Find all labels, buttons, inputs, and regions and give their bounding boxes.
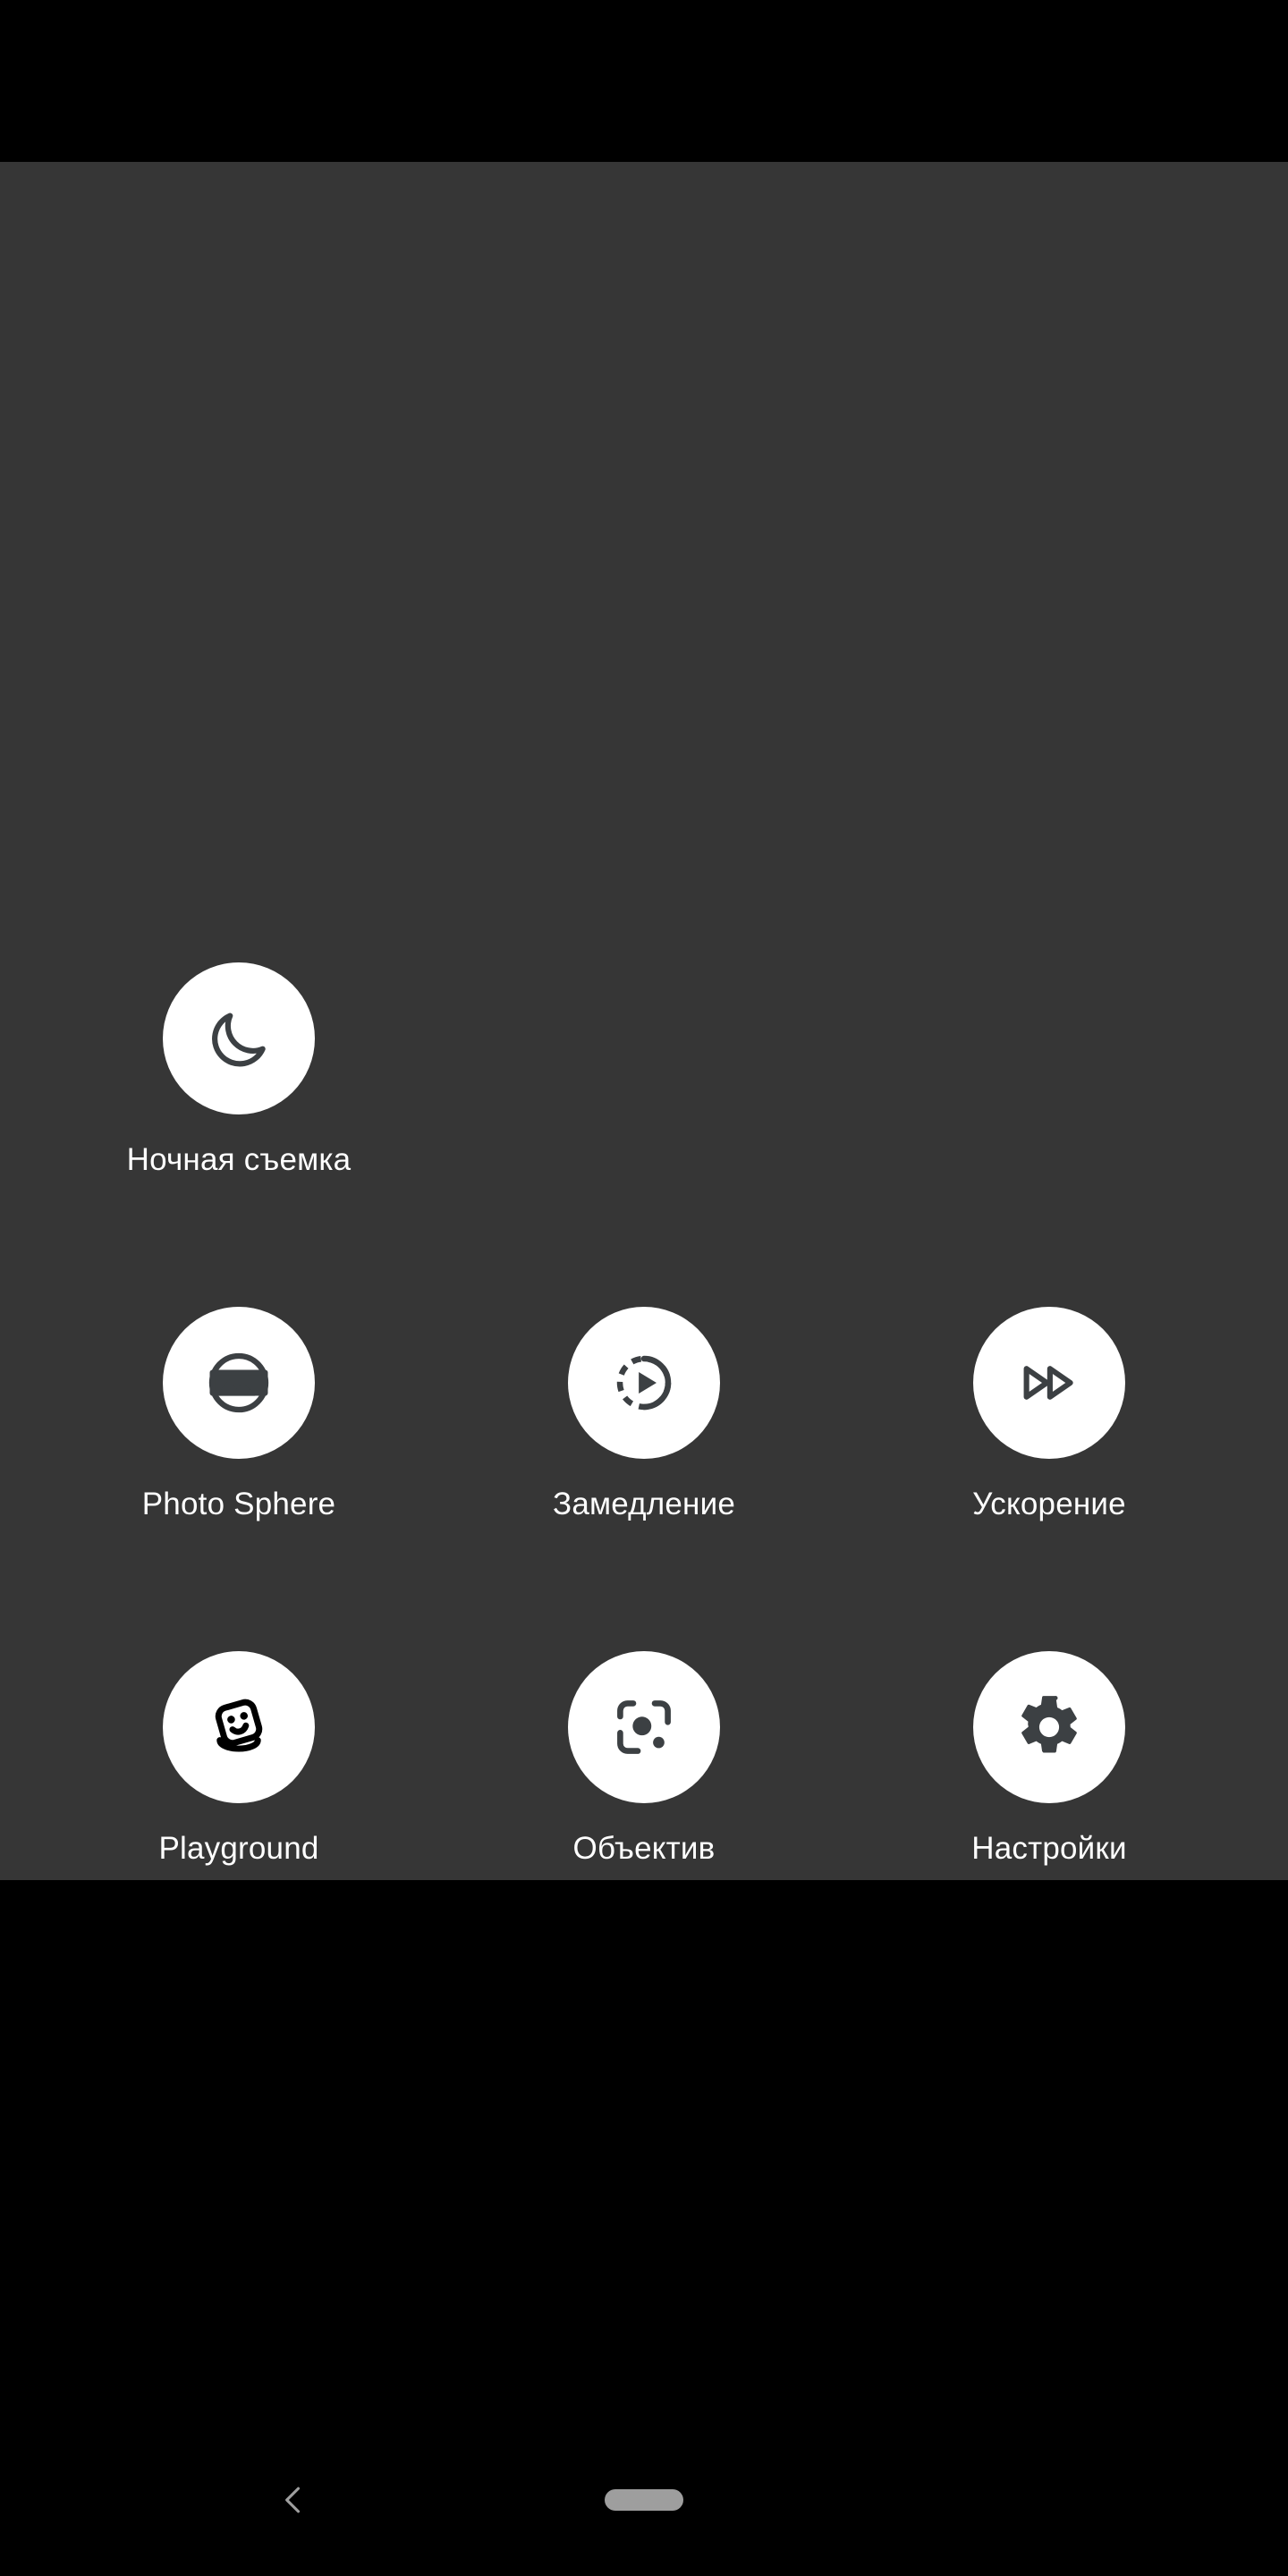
back-chevron-icon[interactable] [258, 2464, 329, 2536]
google-lens-icon [610, 1693, 678, 1761]
modes-grid: Ночная съемка Photo Sphere Замедление Ус… [0, 162, 1288, 1880]
moon-icon [204, 1004, 274, 1073]
mode-item-time-lapse[interactable]: Ускорение [915, 1307, 1183, 1523]
mode-icon-circle [163, 1651, 315, 1803]
mode-label: Playground [158, 1831, 319, 1866]
mode-item-lens[interactable]: Объектив [510, 1651, 778, 1868]
mode-icon-circle [973, 1307, 1125, 1459]
mode-icon-circle [568, 1307, 720, 1459]
status-bar [0, 0, 1288, 162]
mode-item-playground[interactable]: Playground [105, 1651, 373, 1868]
mode-label: Настройки [971, 1831, 1127, 1866]
mode-label: Ускорение [972, 1487, 1126, 1521]
phone-screen: Ночная съемка Photo Sphere Замедление Ус… [0, 0, 1288, 2576]
mode-label: Photo Sphere [141, 1487, 336, 1521]
mode-item-settings[interactable]: Настройки [915, 1651, 1183, 1868]
mode-item-slow-motion[interactable]: Замедление [510, 1307, 778, 1523]
gear-icon [1015, 1693, 1083, 1761]
slow-motion-icon [609, 1348, 679, 1418]
mode-tab-strip: Камера Видео Ещё [0, 1880, 1288, 2068]
mode-icon-circle [568, 1651, 720, 1803]
mode-icon-circle [973, 1651, 1125, 1803]
home-pill-indicator[interactable] [605, 2489, 683, 2511]
fast-forward-icon [1018, 1352, 1080, 1414]
mode-item-night-sight[interactable]: Ночная съемка [105, 962, 373, 1179]
more-modes-sheet: Ночная съемка Photo Sphere Замедление Ус… [0, 162, 1288, 1880]
playground-icon [205, 1693, 273, 1761]
android-navigation-bar [0, 2424, 1288, 2576]
mode-label: Замедление [552, 1487, 736, 1521]
mode-item-photo-sphere[interactable]: Photo Sphere [105, 1307, 373, 1523]
mode-icon-circle [163, 962, 315, 1114]
mode-label: Объектив [572, 1831, 716, 1866]
photo-sphere-icon [203, 1347, 275, 1419]
mode-icon-circle [163, 1307, 315, 1459]
mode-label: Ночная съемка [126, 1142, 352, 1177]
